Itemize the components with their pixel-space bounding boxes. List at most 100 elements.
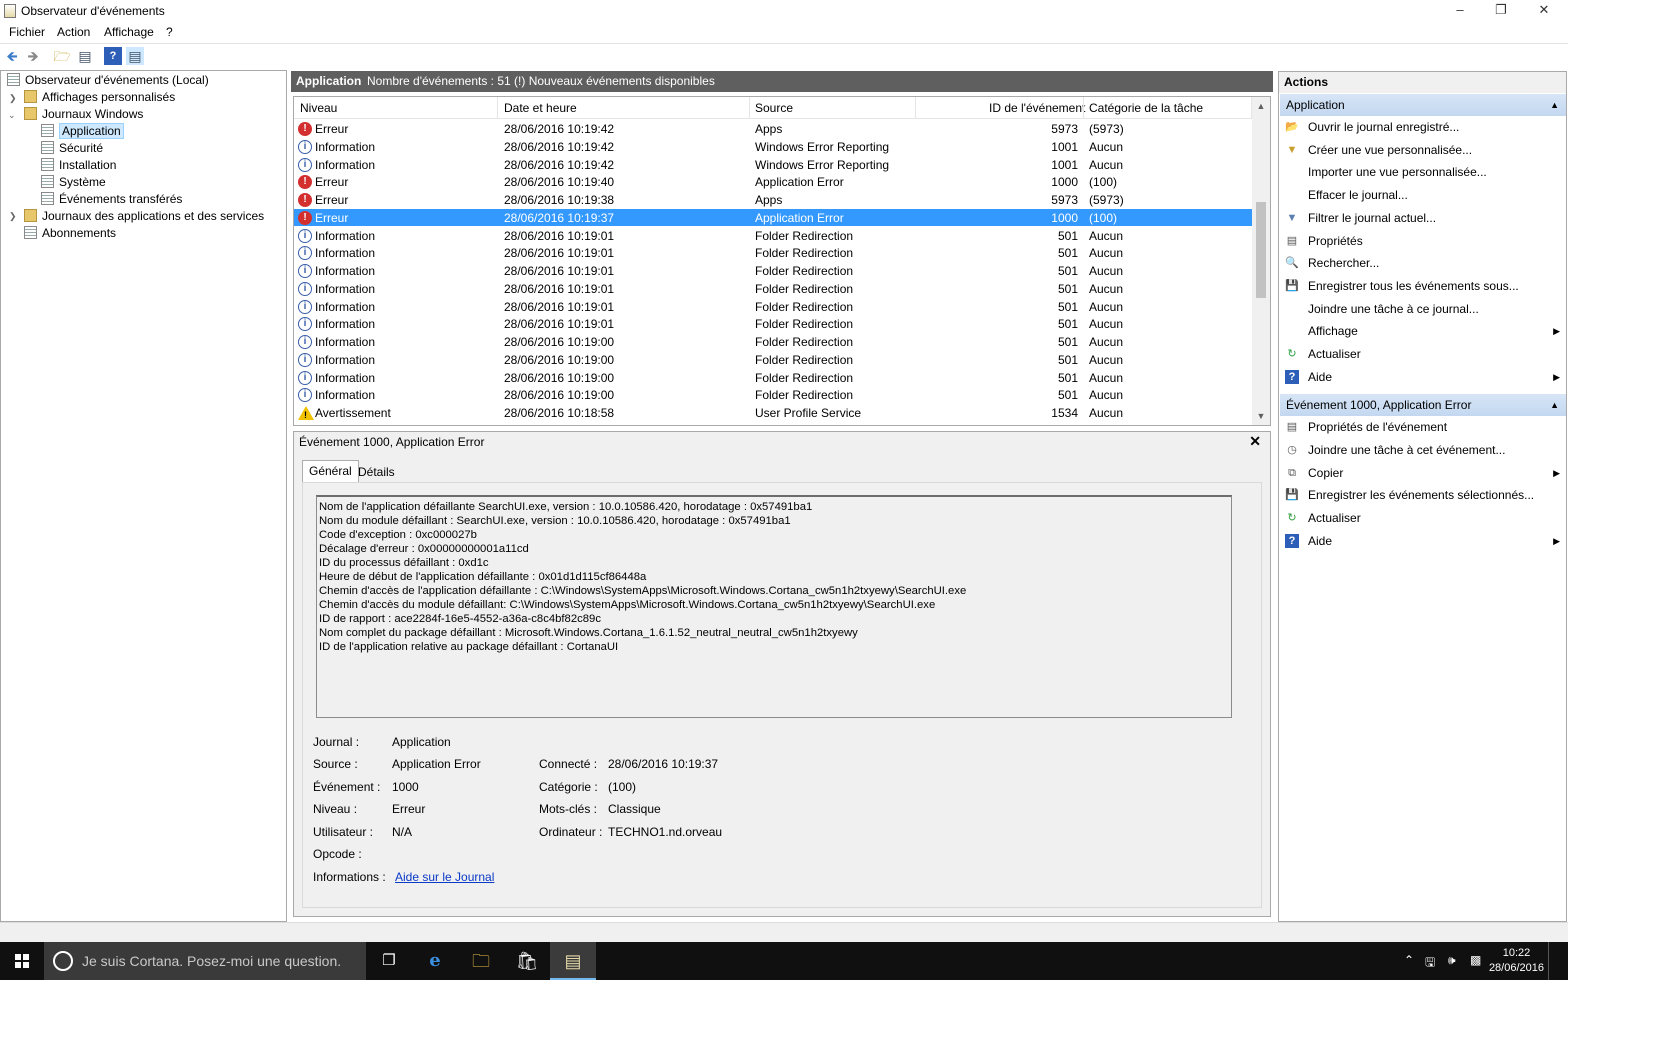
notification-message-icon[interactable]: ▩ <box>1470 953 1481 967</box>
cortana-search-box[interactable]: Je suis Cortana. Posez-moi une question. <box>44 942 366 980</box>
tree-root[interactable]: Observateur d'événements (Local) <box>7 72 209 89</box>
table-row[interactable]: i Information 28/06/2016 10:19:42 Windows E… <box>294 138 1252 156</box>
table-row[interactable]: ! Erreur 28/06/2016 10:19:40 Application Er… <box>294 173 1252 191</box>
collapse-icon[interactable]: ▲ <box>1550 94 1559 116</box>
error-icon: ! <box>298 210 312 225</box>
action-item[interactable]: ? Aide ▶ <box>1279 531 1566 551</box>
label-logged: Connecté : <box>539 757 598 771</box>
col-date[interactable]: Date et heure <box>504 101 577 115</box>
col-level[interactable]: Niveau <box>300 101 337 115</box>
table-row[interactable]: i Information 28/06/2016 10:19:42 Windows E… <box>294 156 1252 174</box>
tree-subscriptions[interactable]: Abonnements <box>24 225 116 242</box>
attach-task-icon: ◷ <box>1287 443 1297 456</box>
menu-affichage[interactable]: Affichage <box>104 25 154 39</box>
tree-setup[interactable]: Installation <box>41 157 116 174</box>
table-row[interactable]: i Information 28/06/2016 10:19:01 Folder Re… <box>294 298 1252 316</box>
forward-arrow-icon[interactable]: 🡺 <box>24 47 42 65</box>
scroll-thumb[interactable] <box>1256 202 1266 298</box>
table-row[interactable]: i Information 28/06/2016 10:19:00 Folder Re… <box>294 369 1252 387</box>
event-viewer-taskbar-icon[interactable]: ▤ <box>550 942 596 980</box>
action-item[interactable]: ↻ Actualiser <box>1279 508 1566 528</box>
tree-system[interactable]: Système <box>41 174 106 191</box>
volume-icon[interactable]: 🕪 <box>1448 953 1456 968</box>
collapse-icon[interactable]: ▲ <box>1550 394 1559 416</box>
tree-forwarded[interactable]: Événements transférés <box>41 191 182 208</box>
menu-action[interactable]: Action <box>57 25 90 39</box>
help-link[interactable]: Aide sur le Journal <box>395 870 494 884</box>
tree-app-services[interactable]: Journaux des applications et des service… <box>24 208 264 225</box>
store-icon[interactable]: 🛍 <box>504 942 550 980</box>
action-item[interactable]: ↻ Actualiser <box>1279 344 1566 364</box>
file-explorer-icon[interactable]: 🗀 <box>458 942 504 980</box>
action-item[interactable]: 🔍 Rechercher... <box>1279 253 1566 273</box>
table-row[interactable]: i Information 28/06/2016 10:19:01 Folder Re… <box>294 262 1252 280</box>
actions-section-application[interactable]: Application ▲ <box>1280 94 1566 116</box>
network-icon[interactable]: 🖫 <box>1425 953 1435 974</box>
clock-time: 10:22 <box>1502 947 1531 959</box>
col-category[interactable]: Catégorie de la tâche <box>1089 101 1203 115</box>
minimize-button[interactable]: – <box>1438 0 1482 22</box>
chevron-down-icon[interactable]: ⌄ <box>8 110 16 121</box>
action-item[interactable]: 💾 Enregistrer tous les événements sous... <box>1279 276 1566 296</box>
table-row[interactable]: i Information 28/06/2016 10:19:01 Folder Re… <box>294 280 1252 298</box>
action-item[interactable]: ⧉ Copier ▶ <box>1279 463 1566 483</box>
col-event-id[interactable]: ID de l'événement <box>989 101 1085 115</box>
action-pane-icon[interactable]: ▤ <box>126 47 144 65</box>
action-item[interactable]: Joindre une tâche à ce journal... <box>1279 299 1566 319</box>
tab-details[interactable]: Détails <box>352 462 401 484</box>
close-button[interactable]: ✕ <box>1522 0 1566 22</box>
action-item[interactable]: 💾 Enregistrer les événements sélectionnés… <box>1279 485 1566 505</box>
cell-date: 28/06/2016 10:19:01 <box>504 317 615 332</box>
window-title: Observateur d'événements <box>21 4 165 18</box>
clock[interactable]: 10:22 28/06/2016 <box>1489 946 1544 976</box>
action-item[interactable]: Effacer le journal... <box>1279 185 1566 205</box>
action-item[interactable]: Affichage ▶ <box>1279 321 1566 341</box>
chevron-right-icon[interactable]: ❯ <box>9 93 17 104</box>
action-item[interactable]: ◷ Joindre une tâche à cet événement... <box>1279 440 1566 460</box>
tab-general[interactable]: Général <box>302 460 359 482</box>
table-row[interactable]: ! Erreur 28/06/2016 10:19:38 Apps 5973 (5973) <box>294 191 1252 209</box>
table-row[interactable]: i Information 28/06/2016 10:19:00 Folder Re… <box>294 351 1252 369</box>
table-row[interactable]: ! Erreur 28/06/2016 10:19:37 Application Er… <box>294 208 1252 227</box>
start-button[interactable] <box>0 942 44 980</box>
task-view-icon[interactable]: ❐ <box>366 942 412 980</box>
chevron-up-icon[interactable]: ⌃ <box>1404 953 1414 967</box>
table-row[interactable]: Avertissement 28/06/2016 10:18:58 User Pro… <box>294 404 1252 422</box>
subscriptions-icon <box>24 226 37 239</box>
action-item[interactable]: Importer une vue personnalisée... <box>1279 162 1566 182</box>
table-row[interactable]: i Information 28/06/2016 10:19:01 Folder Re… <box>294 227 1252 245</box>
action-item[interactable]: ▼ Filtrer le journal actuel... <box>1279 208 1566 228</box>
action-item[interactable]: ▼ Créer une vue personnalisée... <box>1279 140 1566 160</box>
vertical-scrollbar[interactable]: ▲ ▼ <box>1252 97 1270 425</box>
show-hide-tree-icon[interactable]: ▤ <box>76 47 94 65</box>
col-source[interactable]: Source <box>755 101 793 115</box>
table-row[interactable]: i Information 28/06/2016 10:19:00 Folder Re… <box>294 386 1252 404</box>
help-icon[interactable]: ? <box>104 47 122 65</box>
menu-fichier[interactable]: Fichier <box>9 25 45 39</box>
tree-windows-logs[interactable]: Journaux Windows <box>24 106 143 123</box>
menu-help[interactable]: ? <box>166 25 173 39</box>
back-arrow-icon[interactable]: 🡸 <box>3 47 21 65</box>
scroll-up-icon[interactable]: ▲ <box>1252 101 1270 111</box>
actions-section-event[interactable]: Événement 1000, Application Error ▲ <box>1280 394 1566 416</box>
help-icon: ? <box>1285 534 1299 548</box>
event-message-box[interactable]: Nom de l'application défaillante SearchU… <box>316 495 1232 718</box>
edge-icon[interactable]: e <box>412 942 458 980</box>
tree-application[interactable]: Application <box>41 123 124 140</box>
tree-custom-views[interactable]: Affichages personnalisés <box>24 89 175 106</box>
chevron-right-icon[interactable]: ❯ <box>9 211 17 222</box>
scroll-down-icon[interactable]: ▼ <box>1252 411 1270 421</box>
table-row[interactable]: i Information 28/06/2016 10:19:01 Folder Re… <box>294 315 1252 333</box>
action-item[interactable]: ▤ Propriétés <box>1279 231 1566 251</box>
show-desktop-button[interactable] <box>1548 942 1564 980</box>
table-row[interactable]: i Information 28/06/2016 10:19:01 Folder Re… <box>294 244 1252 262</box>
tree-security[interactable]: Sécurité <box>41 140 103 157</box>
action-item[interactable]: ? Aide ▶ <box>1279 367 1566 387</box>
action-item[interactable]: ▤ Propriétés de l'événement <box>1279 417 1566 437</box>
restore-button[interactable]: ❐ <box>1479 0 1523 22</box>
up-folder-icon[interactable]: 🗁 <box>53 47 71 65</box>
table-row[interactable]: ! Erreur 28/06/2016 10:19:42 Apps 5973 (5973) <box>294 120 1252 138</box>
action-item[interactable]: 📂 Ouvrir le journal enregistré... <box>1279 117 1566 137</box>
table-row[interactable]: i Information 28/06/2016 10:19:00 Folder Re… <box>294 333 1252 351</box>
close-icon[interactable]: ✕ <box>1249 433 1261 450</box>
